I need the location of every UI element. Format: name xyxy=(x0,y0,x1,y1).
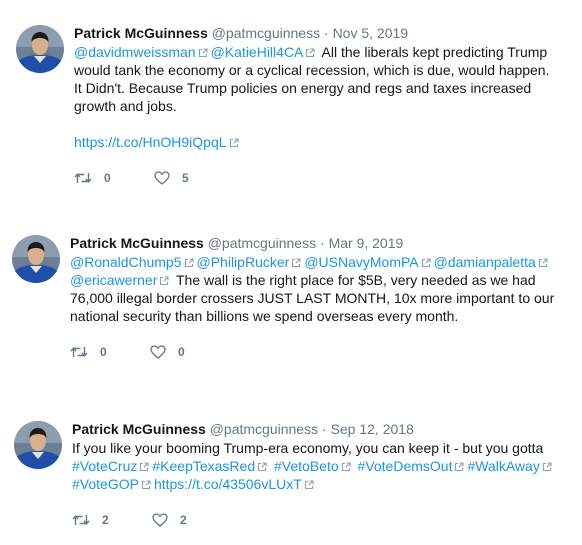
external-link-icon xyxy=(139,462,149,472)
like-count: 5 xyxy=(182,171,189,185)
heart-icon xyxy=(154,171,170,185)
tweet-url[interactable]: https://t.co/43506vLUxT xyxy=(154,476,302,492)
author-name[interactable]: Patrick McGuinness xyxy=(74,25,208,41)
retweet-count: 0 xyxy=(104,171,111,185)
tweet: Patrick McGuinness @patmcguinness · Sep … xyxy=(0,390,582,545)
like-count: 2 xyxy=(180,513,187,527)
tweet-header: Patrick McGuinness @patmcguinness · Mar … xyxy=(70,234,560,252)
tweet-body: If you like your booming Trump-era econo… xyxy=(72,439,562,493)
author-handle[interactable]: @patmcguinness xyxy=(210,421,318,437)
tweet-actions: 2 2 xyxy=(72,513,232,527)
heart-icon xyxy=(150,345,166,359)
hashtag-link[interactable]: #WalkAway xyxy=(467,458,539,474)
hashtag-link[interactable]: #VetoBeto xyxy=(274,458,339,474)
retweet-button[interactable]: 0 xyxy=(70,345,150,359)
tweet: Patrick McGuinness @patmcguinness · Mar … xyxy=(0,200,582,390)
mention-link[interactable]: @KatieHill4CA xyxy=(211,44,304,60)
tweet-content: Patrick McGuinness @patmcguinness · Sep … xyxy=(72,420,562,493)
tweet-date[interactable]: Sep 12, 2018 xyxy=(331,421,414,437)
author-handle[interactable]: @patmcguinness xyxy=(208,235,316,251)
avatar[interactable] xyxy=(16,25,64,73)
retweet-button[interactable]: 0 xyxy=(74,171,154,185)
tweet-header: Patrick McGuinness @patmcguinness · Nov … xyxy=(74,24,558,42)
external-link-icon xyxy=(229,138,239,148)
tweet-content: Patrick McGuinness @patmcguinness · Mar … xyxy=(70,234,560,325)
external-link-icon xyxy=(341,462,351,472)
tweet-text: If you like your booming Trump-era econo… xyxy=(72,440,544,456)
retweet-button[interactable]: 2 xyxy=(72,513,152,527)
hashtag-link[interactable]: #VoteDemsOut xyxy=(358,458,453,474)
mention-link[interactable]: @damianpaletta xyxy=(434,254,536,270)
like-button[interactable]: 5 xyxy=(154,171,234,185)
tweet: Patrick McGuinness @patmcguinness · Nov … xyxy=(0,0,582,200)
external-link-icon xyxy=(304,480,314,490)
external-link-icon xyxy=(184,258,194,268)
tweet-actions: 0 5 xyxy=(74,171,234,185)
tweet-body: @davidmweissman @KatieHill4CA All the lib… xyxy=(74,43,558,115)
tweet-header: Patrick McGuinness @patmcguinness · Sep … xyxy=(72,420,562,438)
mention-link[interactable]: @RonaldChump5 xyxy=(70,254,182,270)
external-link-icon xyxy=(257,462,267,472)
external-link-icon xyxy=(454,462,464,472)
external-link-icon xyxy=(159,276,169,286)
author-name[interactable]: Patrick McGuinness xyxy=(70,235,204,251)
tweet-link-row: https://t.co/HnOH9iQpqL xyxy=(74,133,558,151)
tweet-date[interactable]: Nov 5, 2019 xyxy=(333,25,409,41)
retweet-count: 0 xyxy=(100,345,107,359)
author-name[interactable]: Patrick McGuinness xyxy=(72,421,206,437)
hashtag-link[interactable]: #VoteCruz xyxy=(72,458,137,474)
external-link-icon xyxy=(198,48,208,58)
avatar[interactable] xyxy=(14,421,62,469)
tweet-body: @RonaldChump5 @PhilipRucker @USNavyMomPA @d… xyxy=(70,253,560,325)
retweet-icon xyxy=(74,171,92,185)
tweet-date[interactable]: Mar 9, 2019 xyxy=(329,235,404,251)
like-button[interactable]: 0 xyxy=(150,345,230,359)
retweet-count: 2 xyxy=(102,513,109,527)
hashtag-link[interactable]: #VoteGOP xyxy=(72,476,139,492)
separator: · xyxy=(322,421,327,437)
tweet-content: Patrick McGuinness @patmcguinness · Nov … xyxy=(74,24,558,151)
like-button[interactable]: 2 xyxy=(152,513,232,527)
external-link-icon xyxy=(542,462,552,472)
external-link-icon xyxy=(291,258,301,268)
mention-link[interactable]: @davidmweissman xyxy=(74,44,196,60)
tweet-url[interactable]: https://t.co/HnOH9iQpqL xyxy=(74,134,227,150)
mention-link[interactable]: @ericawerner xyxy=(70,272,157,288)
heart-icon xyxy=(152,513,168,527)
separator: · xyxy=(324,25,329,41)
retweet-icon xyxy=(70,345,88,359)
author-handle[interactable]: @patmcguinness xyxy=(212,25,320,41)
external-link-icon xyxy=(538,258,548,268)
external-link-icon xyxy=(421,258,431,268)
mention-link[interactable]: @PhilipRucker xyxy=(197,254,290,270)
external-link-icon xyxy=(305,48,315,58)
tweet-actions: 0 0 xyxy=(70,345,230,359)
hashtag-link[interactable]: #KeepTexasRed xyxy=(152,458,255,474)
avatar[interactable] xyxy=(12,235,60,283)
external-link-icon xyxy=(141,480,151,490)
retweet-icon xyxy=(72,513,90,527)
like-count: 0 xyxy=(178,345,185,359)
separator: · xyxy=(320,235,325,251)
mention-link[interactable]: @USNavyMomPA xyxy=(304,254,418,270)
